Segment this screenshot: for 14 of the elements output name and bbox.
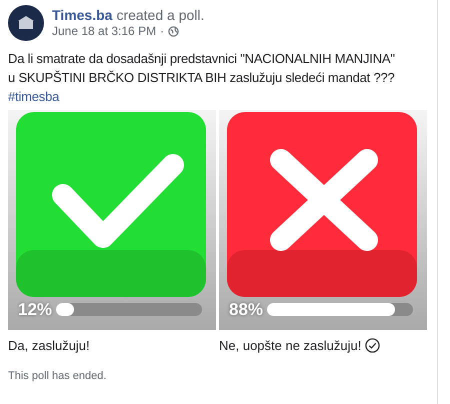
vote-percent: 88% [229,298,264,320]
option-label: Ne, uopšte ne zaslužuju! [219,337,362,355]
post-text: Da li smatrate da dosadašnji predstavnici "NACIONALNIH MANJINA" [8,50,396,68]
vote-percent: 12% [18,298,52,320]
author-link[interactable]: Times.ba [52,6,112,24]
avatar[interactable] [8,5,44,41]
post-action: created a poll. [116,6,204,24]
building-icon [17,15,35,31]
separator: · [160,24,164,40]
option-label: Da, zaslužuju! [8,337,90,355]
hashtag-link[interactable]: #timesba [8,89,60,104]
post-time[interactable]: June 18 at 3:16 PM [52,24,156,40]
poll-status: This poll has ended. [8,368,108,384]
post-text: u SKUPŠTINI BRČKO DISTRIKTA BIH zaslužuju sledeći mandat ??? [8,69,396,87]
